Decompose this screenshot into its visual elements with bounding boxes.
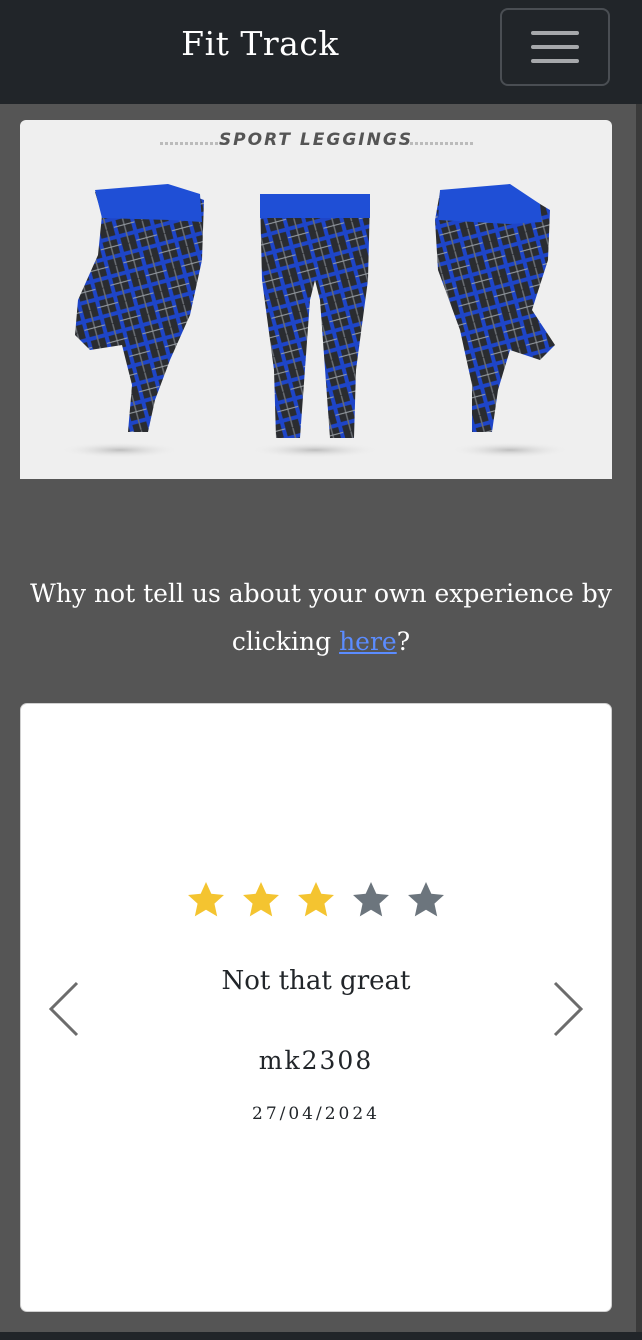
feedback-link[interactable]: here [339,627,397,656]
hamburger-menu-icon [531,31,579,35]
star-filled-icon [188,882,224,917]
leggings-illustration [60,184,570,458]
hamburger-menu-icon-bar [531,59,579,63]
footer-edge [0,1332,642,1340]
star-filled-icon [298,882,334,917]
chevron-left-icon [48,981,79,1037]
product-image: SPORT LEGGINGS [20,120,612,479]
review-author: mk2308 [258,1046,374,1075]
star-empty-icon [353,882,389,917]
chevron-right-icon [553,981,584,1037]
star-rating [21,878,611,922]
leggings-side-left [75,184,204,432]
leggings-side-right [435,184,555,432]
carousel-prev-button[interactable] [45,979,85,1039]
star-empty-icon [408,882,444,917]
review-title: Not that great [221,966,411,996]
review-date: 27/04/2024 [252,1104,380,1124]
review-carousel: Not that great mk2308 27/04/2024 [20,703,612,1312]
star-filled-icon [243,882,279,917]
feedback-prompt-suffix: ? [396,627,411,656]
carousel-next-button[interactable] [547,979,587,1039]
scroll-edge [636,104,642,1332]
leggings-front [260,194,370,438]
brand-title[interactable]: Fit Track [0,24,520,63]
navbar-toggle-button[interactable] [500,8,610,86]
feedback-prompt: Why not tell us about your own experienc… [16,570,626,666]
feedback-prompt-text: Why not tell us about your own experienc… [30,579,612,656]
navbar: Fit Track [0,0,642,104]
hamburger-menu-icon-bar [531,45,579,49]
